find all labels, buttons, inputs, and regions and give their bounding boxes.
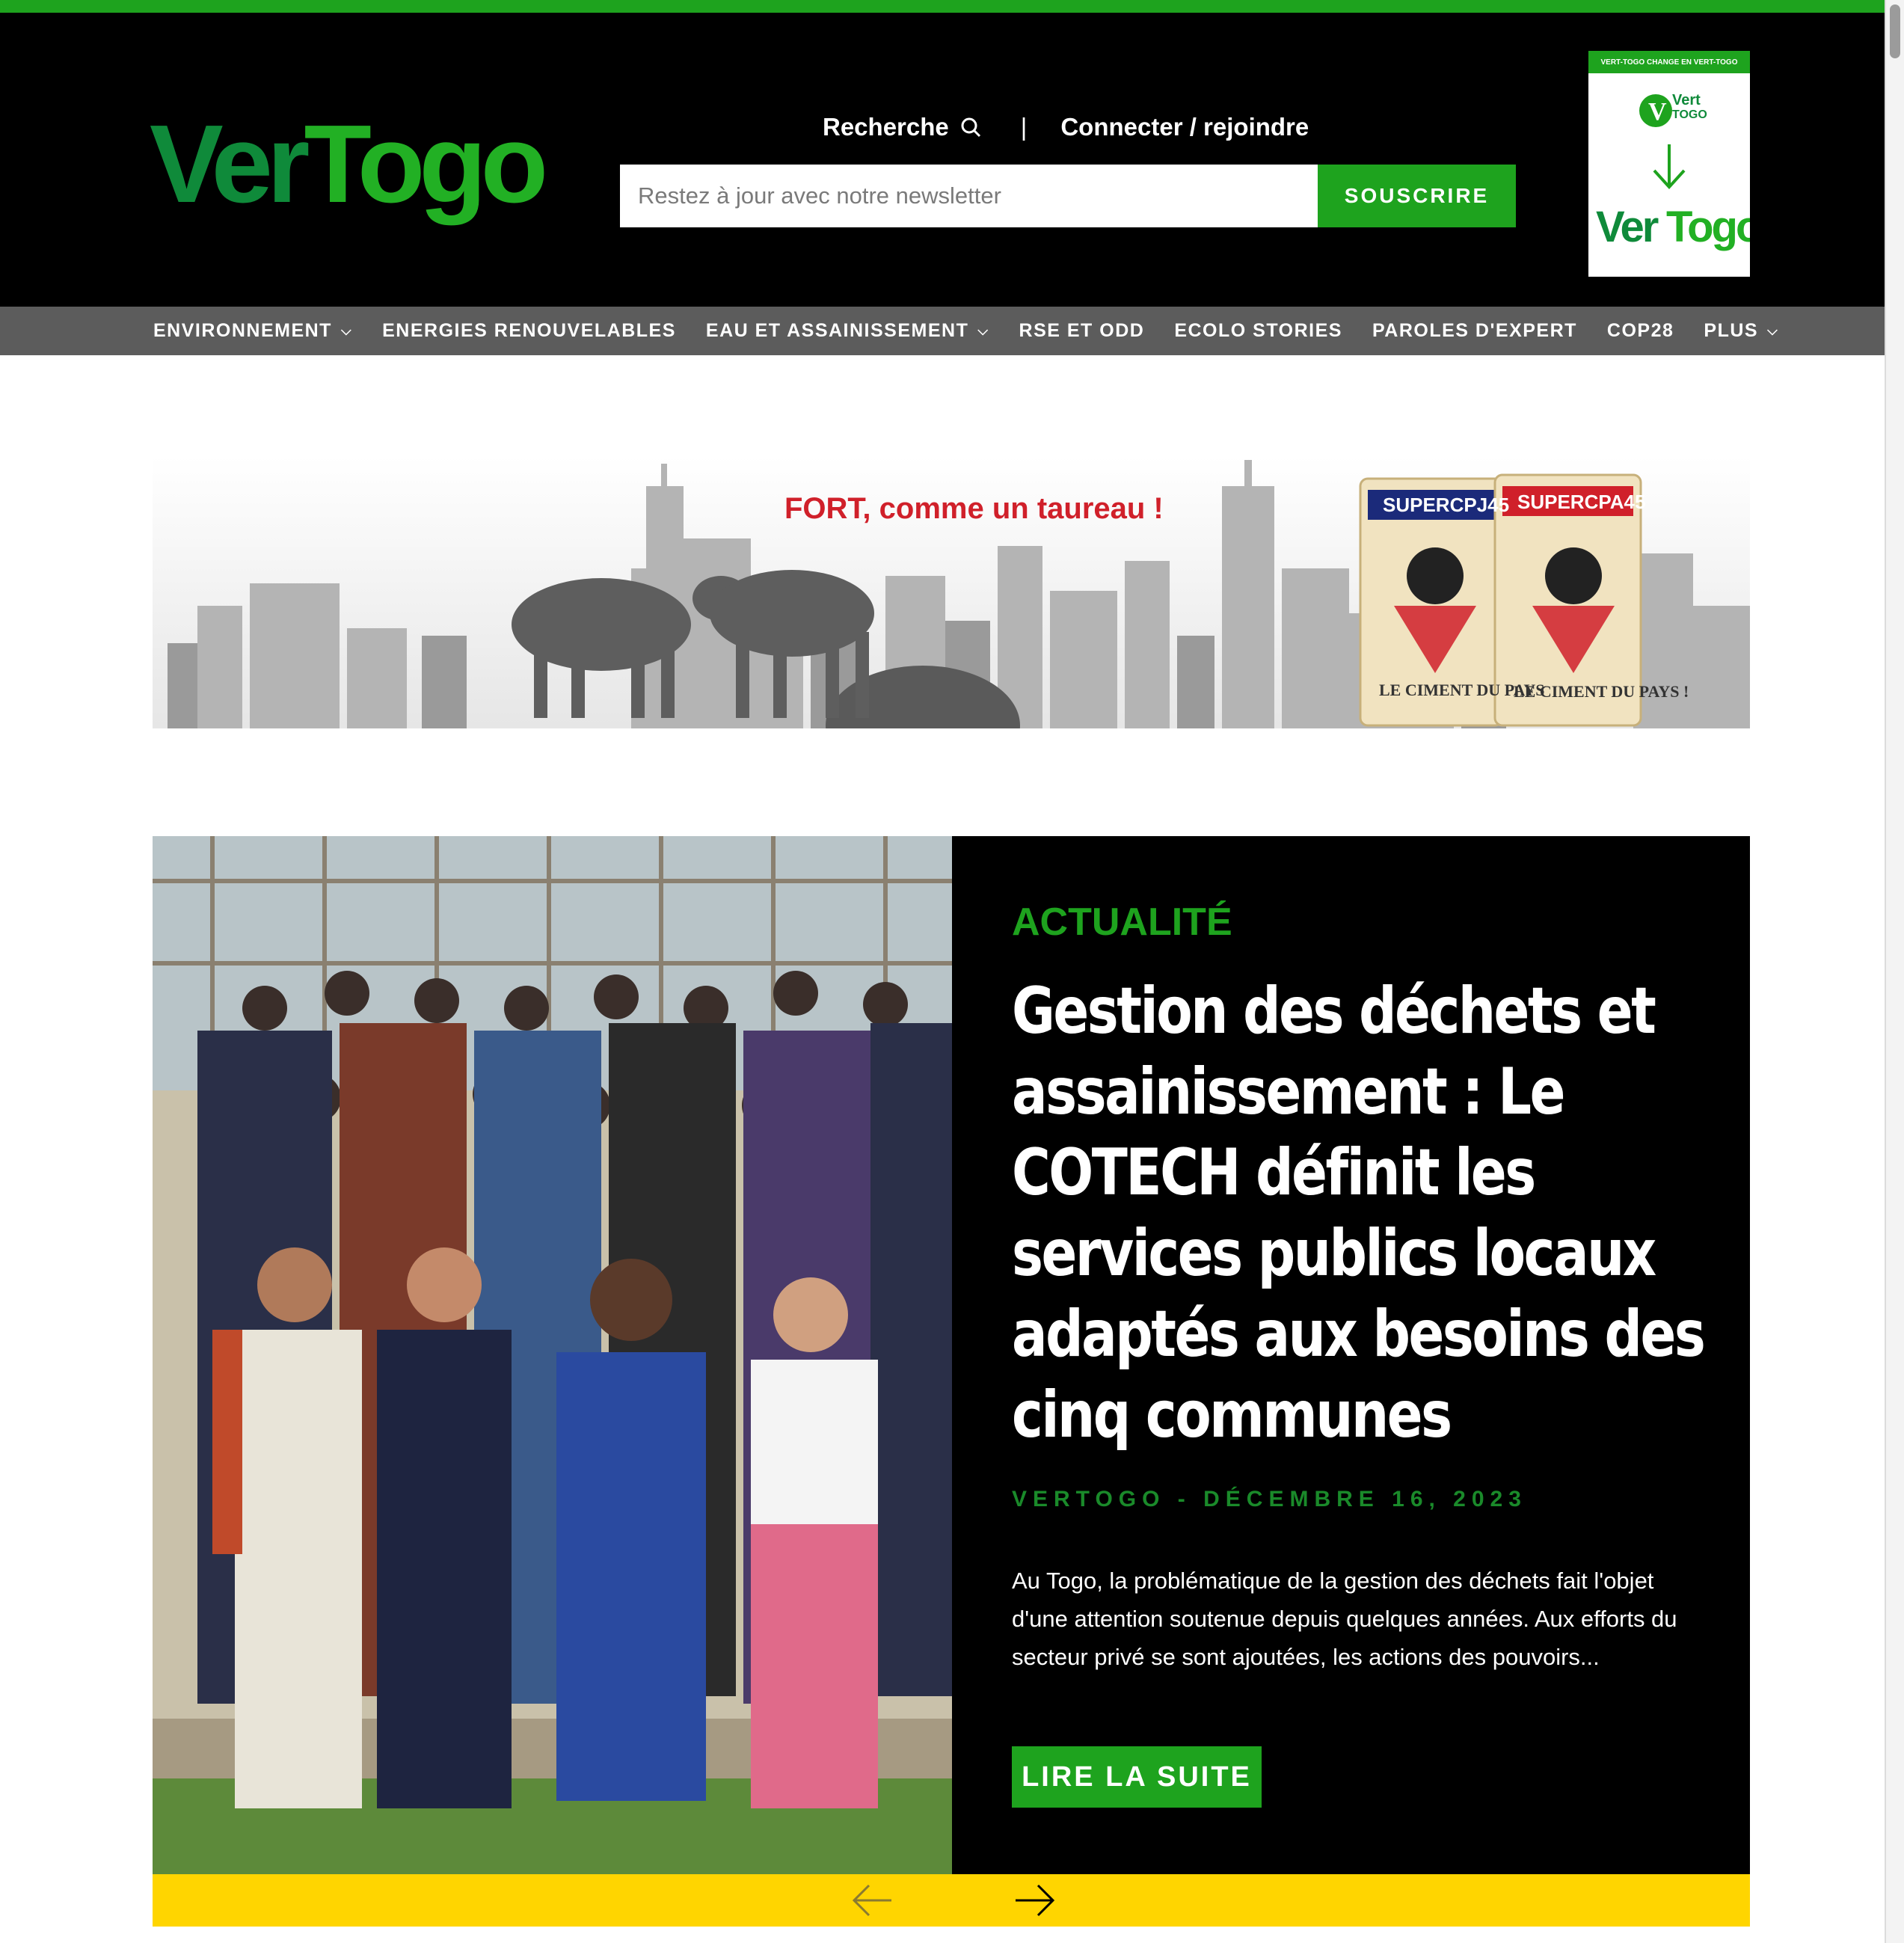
rebrand-ad[interactable]: VERT-TOGO CHANGE EN VERT-TOGO V Vert TOG… <box>1588 51 1763 277</box>
article-byline: VERTOGO - DÉCEMBRE 16, 2023 <box>1012 1487 1527 1511</box>
ad-slogan: FORT, comme un taureau ! <box>784 492 1164 525</box>
logo-text-ver: Ver <box>150 102 310 226</box>
featured-article: ACTUALITÉ Gestion des déchets et assaini… <box>153 836 1750 1874</box>
svg-text:V: V <box>1648 98 1667 126</box>
search-label: Recherche <box>823 113 949 141</box>
article-category[interactable]: ACTUALITÉ <box>1012 900 1232 945</box>
nav-item-paroles-d-expert[interactable]: PAROLES D'EXPERT <box>1372 320 1577 342</box>
read-more-button[interactable]: LIRE LA SUITE <box>1012 1746 1262 1808</box>
cement-ad-banner[interactable]: SUPERCPJ45 SUPERCPA45 LE CIMENT DU PAYS … <box>153 456 1750 728</box>
svg-text:Ver: Ver <box>1596 203 1659 251</box>
featured-article-photo[interactable] <box>153 836 952 1874</box>
logo-text-togo: Togo <box>304 102 548 226</box>
chevron-down-icon: ⌵ <box>977 323 989 338</box>
article-title[interactable]: Gestion des déchets et assainissement : … <box>1012 971 1715 1455</box>
nav-item-eau-et-assainissement[interactable]: EAU ET ASSAINISSEMENT ⌵ <box>706 320 989 342</box>
header-links: Recherche | Connecter / rejoindre <box>823 108 1309 146</box>
featured-article-panel: ACTUALITÉ Gestion des déchets et assaini… <box>952 836 1750 1874</box>
nav-item-energies-renouvelables[interactable]: ENERGIES RENOUVELABLES <box>382 320 676 342</box>
ad-bag1-name: SUPERCPJ45 <box>1383 494 1509 516</box>
search-link[interactable]: Recherche <box>823 113 982 141</box>
group-photo-illustration <box>153 836 952 1874</box>
page-scrollbar[interactable] <box>1885 0 1904 1943</box>
svg-text:TOGO: TOGO <box>1672 108 1707 121</box>
nav-item-ecolo-stories[interactable]: ECOLO STORIES <box>1174 320 1342 342</box>
main-navigation: ENVIRONNEMENT ⌵ ENERGIES RENOUVELABLES EA… <box>0 307 1885 355</box>
rebrand-ad-caption: VERT-TOGO CHANGE EN VERT-TOGO <box>1588 51 1750 73</box>
ad-bag2-name: SUPERCPA45 <box>1517 491 1645 513</box>
nav-item-plus[interactable]: PLUS ⌵ <box>1704 320 1778 342</box>
login-link[interactable]: Connecter / rejoindre <box>1060 113 1309 141</box>
svg-text:Vert: Vert <box>1672 92 1701 108</box>
search-icon <box>961 117 980 138</box>
svg-text:Togo: Togo <box>1666 203 1750 251</box>
chevron-down-icon: ⌵ <box>340 323 353 338</box>
header-separator: | <box>1020 113 1028 141</box>
ad-bag2-tagline: LE CIMENT DU PAYS ! <box>1514 682 1689 701</box>
chevron-down-icon: ⌵ <box>1767 323 1779 338</box>
newsletter-email-input[interactable] <box>620 165 1318 227</box>
site-logo[interactable]: VerTogo <box>150 93 548 236</box>
arrow-right-icon[interactable] <box>1013 1879 1057 1922</box>
nav-item-environnement[interactable]: ENVIRONNEMENT ⌵ <box>153 320 352 342</box>
article-excerpt: Au Togo, la problématique de la gestion … <box>1012 1568 1677 1670</box>
arrow-left-icon[interactable] <box>850 1879 894 1922</box>
nav-item-cop28[interactable]: COP28 <box>1607 320 1674 342</box>
scrollbar-thumb[interactable] <box>1890 4 1900 58</box>
rebrand-ad-graphic: V Vert TOGO Ver Togo <box>1596 92 1763 251</box>
nav-item-rse-et-odd[interactable]: RSE ET ODD <box>1019 320 1145 342</box>
slider-navigation <box>153 1874 1750 1927</box>
top-accent-bar <box>0 0 1904 13</box>
subscribe-button[interactable]: SOUSCRIRE <box>1318 165 1516 227</box>
